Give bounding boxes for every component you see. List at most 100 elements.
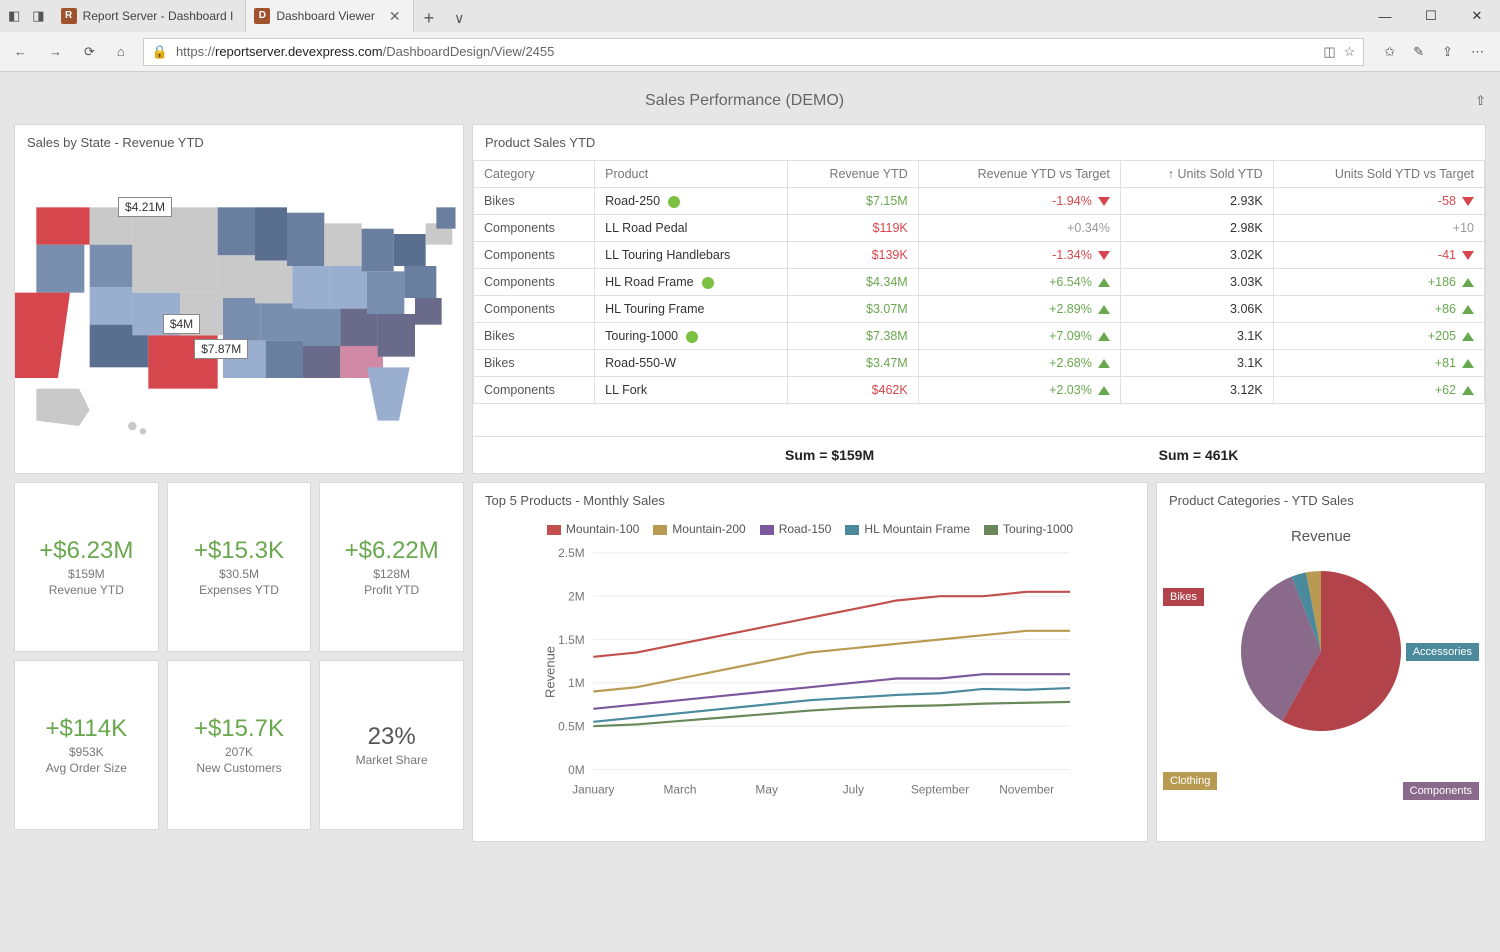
column-header[interactable]: Product — [595, 161, 788, 188]
pen-icon[interactable]: ✎ — [1413, 44, 1424, 60]
cell-product: LL Touring Handlebars — [595, 242, 788, 269]
layout-left-icon[interactable]: ◧ — [8, 8, 20, 24]
table-row[interactable]: ComponentsLL Fork$462K+2.03%3.12K+62 — [474, 377, 1485, 404]
close-window-button[interactable]: ✕ — [1454, 0, 1500, 32]
tab-menu-icon[interactable]: ∨ — [444, 4, 474, 32]
status-dot-icon — [702, 277, 714, 289]
table-title: Product Sales YTD — [473, 125, 1485, 160]
status-dot-icon — [668, 196, 680, 208]
svg-text:2M: 2M — [568, 590, 585, 604]
tab-report-server[interactable]: R Report Server - Dashboard I — [53, 0, 247, 32]
cell-rev-vs-target: +0.34% — [918, 215, 1120, 242]
map-body[interactable]: $4.21M$4M$7.87M — [15, 160, 463, 468]
kpi-grid: +$6.23M$159MRevenue YTD+$15.3K$30.5MExpe… — [14, 482, 464, 830]
cell-category: Bikes — [474, 323, 595, 350]
tab-label: Dashboard Viewer — [276, 9, 375, 23]
kpi-subvalue: $953K — [69, 745, 104, 759]
line-chart[interactable]: 0M0.5M1M1.5M2M2.5MJanuaryMarchMayJulySep… — [483, 542, 1137, 802]
kpi-subvalue: $30.5M — [219, 567, 259, 581]
kpi-tile[interactable]: 23%Market Share — [319, 660, 464, 830]
cell-product: HL Touring Frame — [595, 296, 788, 323]
window-titlebar: ◧ ◨ R Report Server - Dashboard I D Dash… — [0, 0, 1500, 32]
legend-item[interactable]: Road-150 — [760, 522, 832, 536]
line-chart-legend: Mountain-100 Mountain-200 Road-150 HL Mount… — [483, 522, 1137, 536]
status-dot-icon — [686, 331, 698, 343]
legend-item[interactable]: Touring-1000 — [984, 522, 1073, 536]
reading-view-icon[interactable]: ◫ — [1323, 44, 1335, 60]
cell-units-vs-target: -41 — [1273, 242, 1484, 269]
home-button[interactable]: ⌂ — [113, 40, 129, 63]
cell-category: Bikes — [474, 188, 595, 215]
cell-category: Bikes — [474, 350, 595, 377]
svg-text:March: March — [663, 782, 696, 796]
export-icon[interactable]: ⇧ — [1475, 93, 1486, 109]
url-input[interactable]: 🔒 https://reportserver.devexpress.com/Da… — [143, 38, 1365, 66]
table-totals: Sum = $159M Sum = 461K — [473, 436, 1485, 473]
kpi-tile[interactable]: +$6.23M$159MRevenue YTD — [14, 482, 159, 652]
refresh-button[interactable]: ⟳ — [80, 40, 99, 64]
table-row[interactable]: ComponentsHL Road Frame$4.34M+6.54%3.03K… — [474, 269, 1485, 296]
cell-units: 3.1K — [1120, 323, 1273, 350]
tab-dashboard-viewer[interactable]: D Dashboard Viewer ✕ — [246, 0, 413, 32]
kpi-label: Revenue YTD — [49, 583, 124, 597]
table-row[interactable]: ComponentsLL Road Pedal$119K+0.34%2.98K+… — [474, 215, 1485, 242]
table-row[interactable]: ComponentsLL Touring Handlebars$139K-1.3… — [474, 242, 1485, 269]
pie-label-components: Components — [1403, 782, 1479, 800]
cell-rev-vs-target: +2.89% — [918, 296, 1120, 323]
back-button[interactable]: ← — [10, 40, 31, 63]
layout-right-icon[interactable]: ◨ — [32, 8, 44, 24]
cell-revenue: $139K — [787, 242, 918, 269]
column-header[interactable]: Category — [474, 161, 595, 188]
column-header[interactable]: Revenue YTD vs Target — [918, 161, 1120, 188]
favorites-icon[interactable]: ✩ — [1384, 44, 1395, 60]
pie-chart-card: Product Categories - YTD Sales Revenue B… — [1156, 482, 1486, 842]
map-value-label: $4M — [163, 314, 200, 334]
favicon-icon: D — [254, 8, 270, 24]
table-row[interactable]: ComponentsHL Touring Frame$3.07M+2.89%3.… — [474, 296, 1485, 323]
svg-text:1.5M: 1.5M — [558, 633, 584, 647]
kpi-tile[interactable]: +$6.22M$128MProfit YTD — [319, 482, 464, 652]
cell-product: Touring-1000 — [595, 323, 788, 350]
pie-chart[interactable] — [1221, 551, 1421, 751]
cell-units-vs-target: +205 — [1273, 323, 1484, 350]
svg-text:July: July — [843, 782, 864, 796]
column-header[interactable]: Units Sold YTD vs Target — [1273, 161, 1484, 188]
line-chart-card: Top 5 Products - Monthly Sales Mountain-… — [472, 482, 1148, 842]
minimize-button[interactable]: — — [1362, 0, 1408, 32]
address-bar: ← → ⟳ ⌂ 🔒 https://reportserver.devexpres… — [0, 32, 1500, 72]
legend-item[interactable]: HL Mountain Frame — [845, 522, 970, 536]
map-value-label: $7.87M — [194, 339, 248, 359]
svg-text:0.5M: 0.5M — [558, 720, 584, 734]
legend-item[interactable]: Mountain-100 — [547, 522, 639, 536]
product-sales-table[interactable]: CategoryProductRevenue YTDRevenue YTD vs… — [473, 160, 1485, 404]
kpi-tile[interactable]: +$114K$953KAvg Order Size — [14, 660, 159, 830]
svg-text:November: November — [999, 782, 1054, 796]
cell-product: LL Fork — [595, 377, 788, 404]
map-title: Sales by State - Revenue YTD — [15, 125, 463, 160]
cell-revenue: $119K — [787, 215, 918, 242]
favorite-star-icon[interactable]: ☆ — [1344, 44, 1356, 60]
close-tab-icon[interactable]: ✕ — [389, 8, 401, 25]
more-icon[interactable]: ⋯ — [1471, 44, 1484, 60]
table-row[interactable]: BikesRoad-250$7.15M-1.94%2.93K-58 — [474, 188, 1485, 215]
window-controls: — ☐ ✕ — [1362, 0, 1500, 32]
kpi-tile[interactable]: +$15.7K207KNew Customers — [167, 660, 312, 830]
kpi-tile[interactable]: +$15.3K$30.5MExpenses YTD — [167, 482, 312, 652]
cell-revenue: $4.34M — [787, 269, 918, 296]
table-row[interactable]: BikesTouring-1000$7.38M+7.09%3.1K+205 — [474, 323, 1485, 350]
cell-revenue: $3.07M — [787, 296, 918, 323]
cell-units-vs-target: +86 — [1273, 296, 1484, 323]
page-header: Sales Performance (DEMO) ⇧ — [14, 80, 1486, 124]
new-tab-button[interactable]: + — [414, 4, 445, 32]
legend-item[interactable]: Mountain-200 — [653, 522, 745, 536]
cell-revenue: $7.38M — [787, 323, 918, 350]
cell-units-vs-target: +62 — [1273, 377, 1484, 404]
column-header[interactable]: Revenue YTD — [787, 161, 918, 188]
share-icon[interactable]: ⇪ — [1442, 44, 1453, 60]
cell-units: 2.93K — [1120, 188, 1273, 215]
table-row[interactable]: BikesRoad-550-W$3.47M+2.68%3.1K+81 — [474, 350, 1485, 377]
forward-button[interactable]: → — [45, 40, 66, 63]
svg-text:September: September — [911, 782, 969, 796]
column-header[interactable]: ↑ Units Sold YTD — [1120, 161, 1273, 188]
maximize-button[interactable]: ☐ — [1408, 0, 1454, 32]
